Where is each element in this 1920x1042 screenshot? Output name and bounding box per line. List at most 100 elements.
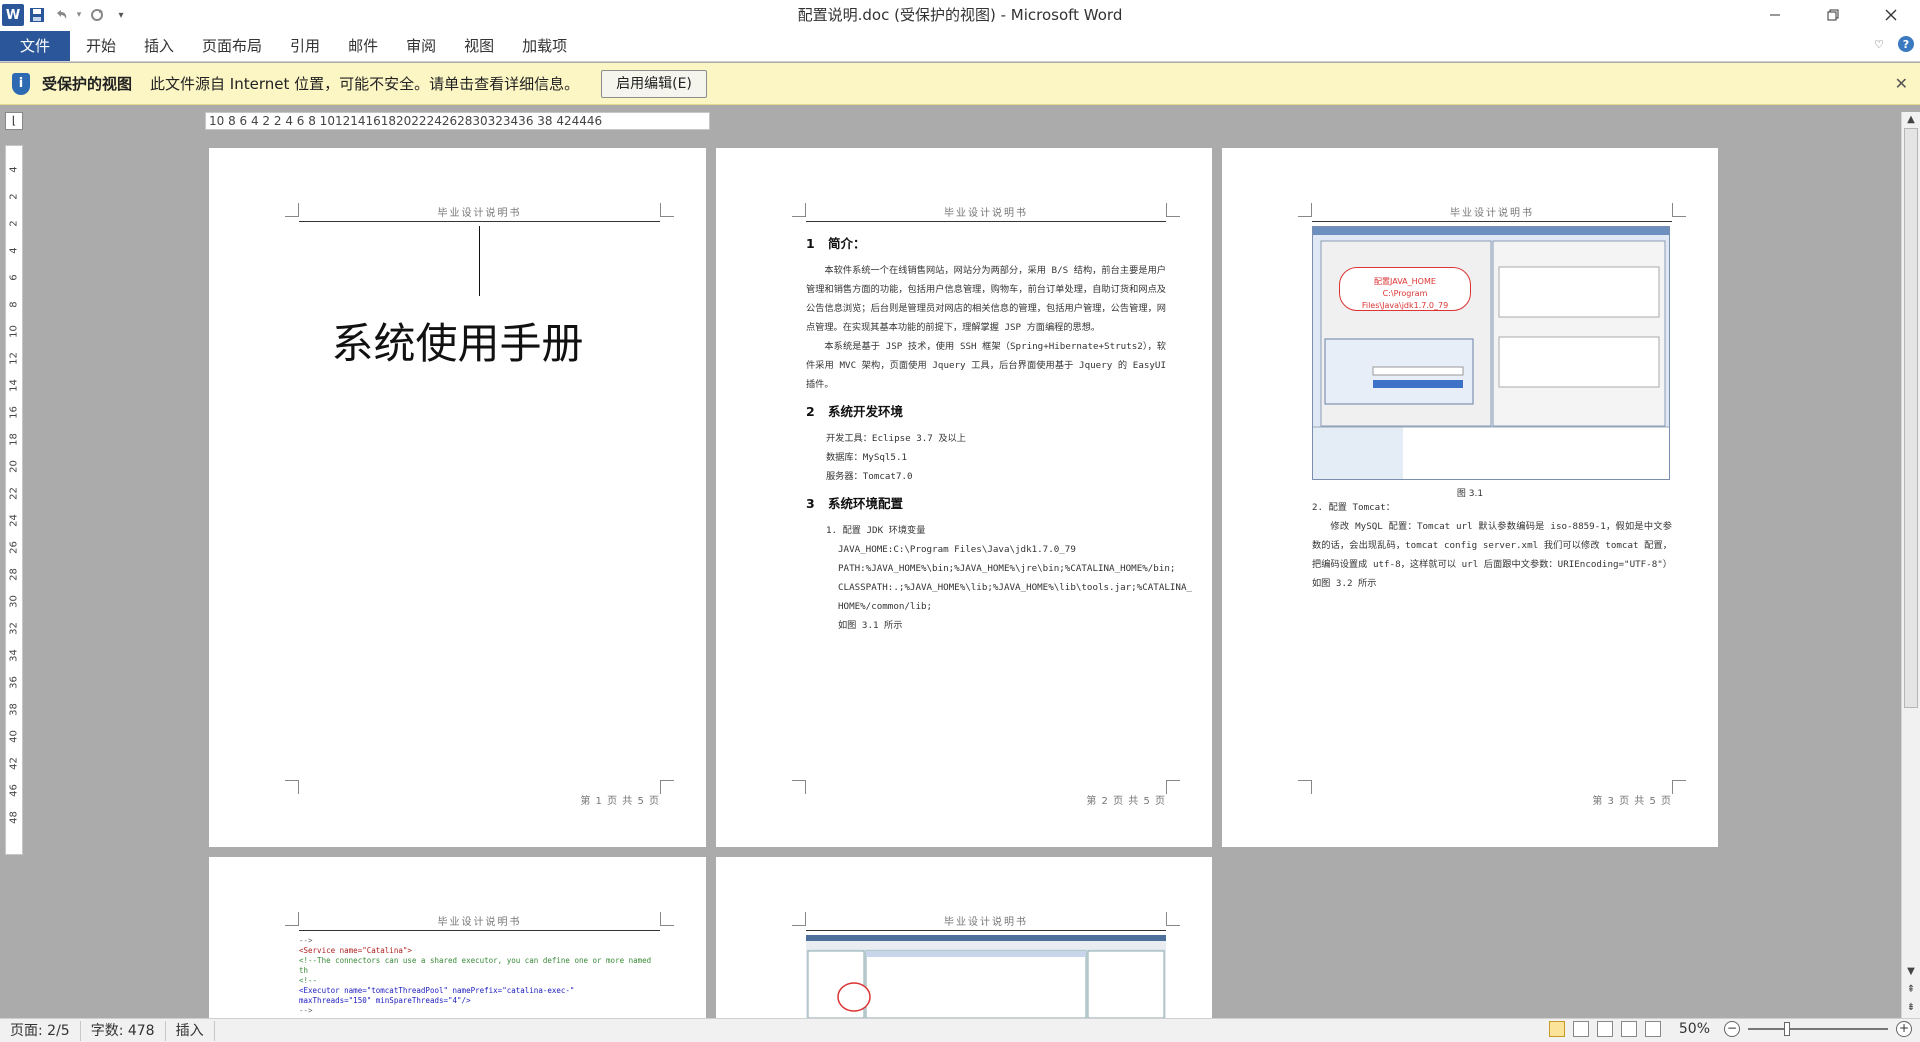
tab-page-layout[interactable]: 页面布局 [188, 31, 276, 61]
section-heading: 3 系统环境配置 [806, 494, 1166, 513]
ribbon-tabs: 文件 开始 插入 页面布局 引用 邮件 审阅 视图 加载项 ♡ ? [0, 30, 1920, 62]
page-header: 毕业设计说明书 [1312, 204, 1672, 222]
vertical-ruler-tick: 6 [8, 274, 20, 281]
protected-view-bar: i 受保护的视图 此文件源自 Internet 位置，可能不安全。请单击查看详细… [0, 63, 1920, 105]
vertical-ruler-tick: 32 [8, 622, 20, 635]
crop-mark [1672, 203, 1686, 217]
close-message-bar-icon[interactable]: ✕ [1895, 74, 1908, 93]
code-line: maxThreads="150" minSpareThreads="4"/> [299, 996, 471, 1005]
page-4[interactable]: 毕业设计说明书 --> <Service name="Catalina"> <!… [209, 857, 706, 1018]
status-bar: 页面: 2/5 字数: 478 插入 50% − + [0, 1018, 1920, 1042]
word-count[interactable]: 字数: 478 [81, 1020, 166, 1041]
vertical-ruler-tick: 48 [8, 811, 20, 824]
web-layout-view-icon[interactable] [1596, 1021, 1613, 1037]
scroll-thumb[interactable] [1904, 128, 1918, 708]
code-line: <!-- [299, 976, 318, 985]
bubble-line: C:\Program Files\Java\jdk1.7.0_79 [1361, 289, 1449, 310]
page-1[interactable]: 毕业设计说明书 系统使用手册 第 1 页 共 5 页 [209, 148, 706, 847]
customize-qat-icon[interactable]: ▾ [110, 4, 132, 26]
vertical-ruler-tick: 46 [8, 784, 20, 797]
bubble-line: 配置JAVA_HOME [1374, 277, 1436, 286]
tab-file[interactable]: 文件 [0, 31, 70, 61]
vertical-ruler-tick: 42 [8, 757, 20, 770]
tab-mailings[interactable]: 邮件 [334, 31, 392, 61]
info-shield-icon: i [12, 72, 30, 95]
insert-mode[interactable]: 插入 [166, 1020, 215, 1041]
protected-view-message[interactable]: 此文件源自 Internet 位置，可能不安全。请单击查看详细信息。 [150, 73, 579, 94]
page-indicator[interactable]: 页面: 2/5 [0, 1020, 81, 1041]
vertical-ruler-tick: 2 [8, 193, 20, 200]
scroll-up-icon[interactable]: ▲ [1902, 112, 1920, 128]
previous-page-icon[interactable]: ⇞ [1902, 982, 1920, 998]
save-icon[interactable] [26, 4, 48, 26]
word-app-icon[interactable]: W [2, 4, 24, 26]
zoom-slider[interactable] [1748, 1022, 1888, 1036]
vertical-ruler[interactable]: 4 2 2 4 6 8 10 12 14 16 18 20 22 24 26 28 30 32 34 36 38 40 42… [5, 145, 23, 855]
redo-icon[interactable] [86, 4, 108, 26]
tab-references[interactable]: 引用 [276, 31, 334, 61]
vertical-ruler-tick: 36 [8, 676, 20, 689]
close-icon[interactable] [1862, 0, 1920, 30]
crop-mark [660, 203, 674, 217]
horizontal-ruler[interactable]: 10 8 6 4 2 2 4 6 8 101214161820222426283… [205, 112, 710, 130]
config-line: HOME%/common/lib; [838, 601, 933, 612]
tab-add-ins[interactable]: 加载项 [508, 31, 581, 61]
crop-mark [1166, 203, 1180, 217]
vertical-ruler-tick: 2 [8, 220, 20, 227]
draft-view-icon[interactable] [1644, 1021, 1661, 1037]
code-line: --> [299, 936, 313, 945]
section-number: 1 [806, 236, 815, 251]
undo-icon[interactable] [50, 4, 72, 26]
outline-view-icon[interactable] [1620, 1021, 1637, 1037]
vertical-ruler-tick: 10 [8, 325, 20, 338]
print-layout-view-icon[interactable] [1548, 1021, 1565, 1037]
ribbon-collapse-icon[interactable]: ♡ [1874, 38, 1884, 51]
code-line: <Service name="Catalina"> [299, 946, 412, 955]
env-line: 开发工具：Eclipse 3.7 及以上 [826, 433, 966, 444]
page-body: 2. 配置 Tomcat： 修改 MySQL 配置：Tomcat url 默认参… [1312, 498, 1672, 593]
vertical-ruler-tick: 4 [8, 247, 20, 254]
zoom-in-icon[interactable]: + [1896, 1021, 1912, 1037]
restore-icon[interactable] [1804, 0, 1862, 30]
tab-home[interactable]: 开始 [72, 31, 130, 61]
scroll-down-icon[interactable]: ▼ [1902, 964, 1920, 980]
window-controls [1746, 0, 1920, 30]
page-2[interactable]: 毕业设计说明书 1 简介： 本软件系统一个在线销售网站，网站分为两部分，采用 B/… [716, 148, 1212, 847]
vertical-ruler-tick: 4 [8, 166, 20, 173]
tab-review[interactable]: 审阅 [392, 31, 450, 61]
page-5[interactable]: 毕业设计说明书 [716, 857, 1212, 1018]
code-line: --> [299, 1006, 313, 1015]
vertical-ruler-tick: 34 [8, 649, 20, 662]
zoom-level[interactable]: 50% [1679, 1021, 1710, 1037]
crop-mark [1298, 780, 1312, 794]
enable-editing-button[interactable]: 启用编辑(E) [601, 69, 707, 98]
undo-dropdown-icon[interactable]: ▾ [74, 4, 84, 26]
crop-mark [285, 203, 299, 217]
full-screen-reading-view-icon[interactable] [1572, 1021, 1589, 1037]
vertical-ruler-tick: 26 [8, 541, 20, 554]
env-line: 服务器：Tomcat7.0 [826, 471, 913, 482]
help-icon[interactable]: ? [1898, 36, 1914, 52]
tab-view[interactable]: 视图 [450, 31, 508, 61]
config-line: 如图 3.1 所示 [838, 620, 903, 631]
quick-access-toolbar: W ▾ ▾ [0, 0, 134, 30]
section-number: 3 [806, 496, 815, 511]
next-page-icon[interactable]: ⇟ [1902, 1000, 1920, 1016]
section-heading: 1 简介： [806, 234, 1166, 253]
tab-selector[interactable]: ⌊ [5, 112, 23, 130]
tab-insert[interactable]: 插入 [130, 31, 188, 61]
paragraph: 本软件系统一个在线销售网站，网站分为两部分，采用 B/S 结构，前台主要是用户管… [806, 265, 1166, 333]
page-header: 毕业设计说明书 [806, 204, 1166, 222]
screenshot-figure: 配置JAVA_HOME C:\Program Files\Java\jdk1.7… [1312, 226, 1670, 480]
config-line: JAVA_HOME:C:\Program Files\Java\jdk1.7.0… [838, 544, 1076, 555]
code-block: --> <Service name="Catalina"> <!--The co… [299, 936, 660, 1016]
list-item: 2. 配置 Tomcat： [1312, 502, 1395, 513]
page-3[interactable]: 毕业设计说明书 配置JAVA_HOME C:\Program Files\Jav… [1222, 148, 1718, 847]
vertical-ruler-tick: 20 [8, 460, 20, 473]
minimize-icon[interactable] [1746, 0, 1804, 30]
zoom-slider-thumb[interactable] [1784, 1022, 1790, 1036]
vertical-scrollbar[interactable]: ▲ ▼ ⇞ ⇟ [1901, 112, 1920, 1018]
zoom-out-icon[interactable]: − [1724, 1021, 1740, 1037]
eclipse-screenshot-figure [806, 935, 1166, 1018]
section-heading: 2 系统开发环境 [806, 402, 1166, 421]
